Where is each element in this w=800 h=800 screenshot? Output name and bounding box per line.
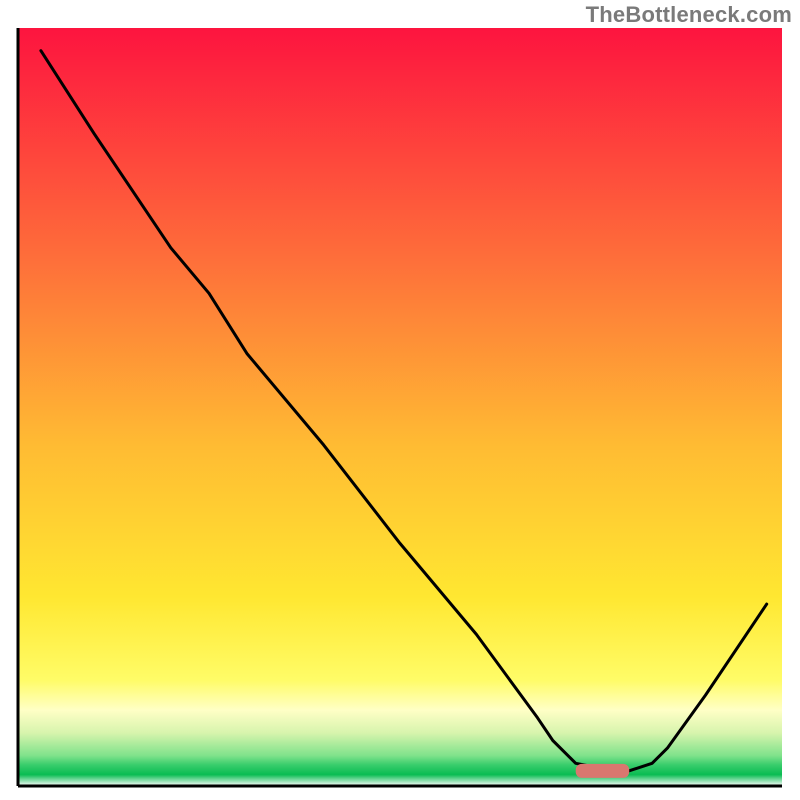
bottleneck-chart: TheBottleneck.com <box>0 0 800 800</box>
watermark-text: TheBottleneck.com <box>586 2 792 28</box>
optimal-marker <box>576 764 629 778</box>
chart-svg <box>0 0 800 800</box>
plot-area <box>18 28 782 786</box>
